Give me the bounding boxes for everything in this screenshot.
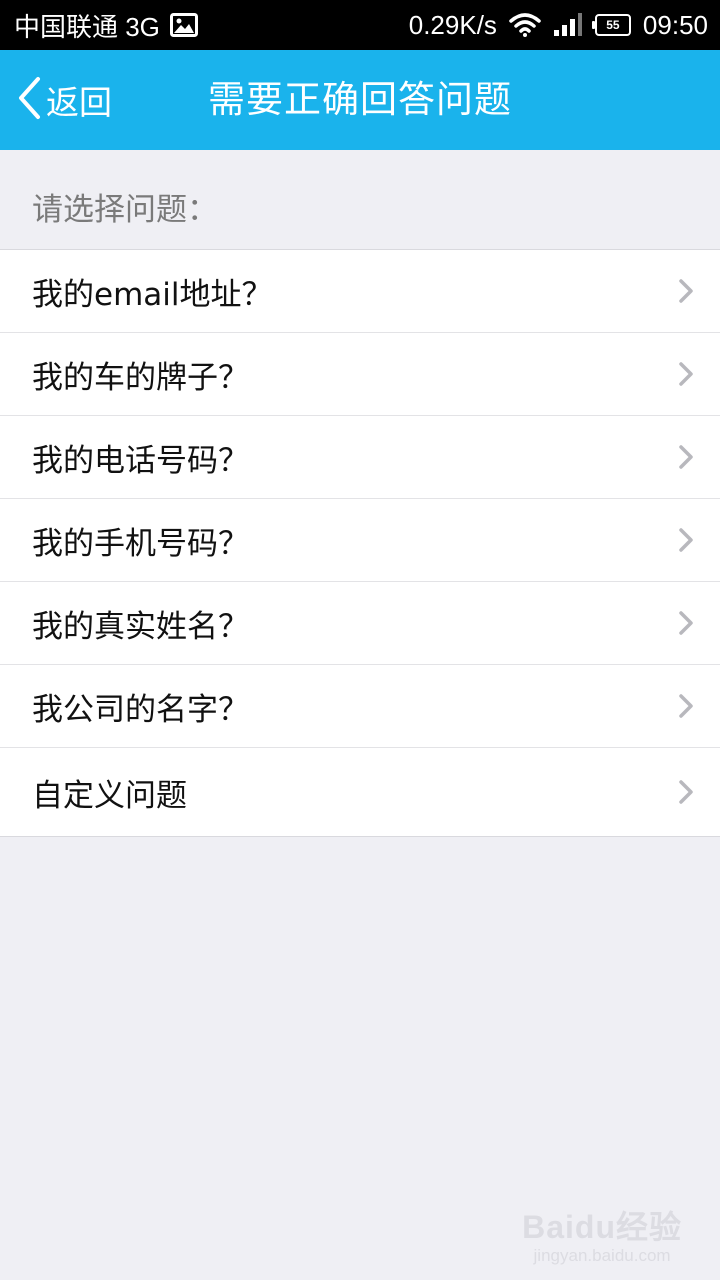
- back-button[interactable]: 返回: [16, 50, 112, 150]
- baidu-watermark: Baidu经验 jingyan.baidu.com: [522, 1202, 682, 1266]
- question-item-company-name[interactable]: 我公司的名字？: [0, 665, 720, 748]
- chevron-right-icon: [678, 780, 694, 808]
- question-label: 我的车的牌子？: [32, 359, 249, 396]
- question-item-phone-number[interactable]: 我的电话号码？: [0, 416, 720, 499]
- chevron-right-icon: [678, 445, 694, 473]
- status-bar: 中国联通 3G 0.29K/s 55 09:50: [0, 0, 720, 50]
- question-item-email[interactable]: 我的email地址？: [0, 250, 720, 333]
- watermark-logo: Baidu经验: [522, 1209, 682, 1245]
- question-item-custom[interactable]: 自定义问题: [0, 748, 720, 836]
- nav-bar: 需要正确回答问题 返回: [0, 50, 720, 150]
- chevron-right-icon: [678, 528, 694, 556]
- chevron-right-icon: [678, 362, 694, 390]
- question-item-car-brand[interactable]: 我的车的牌子？: [0, 333, 720, 416]
- question-label: 我的email地址？: [32, 276, 273, 313]
- chevron-right-icon: [678, 694, 694, 722]
- network-speed: 0.29K/s: [408, 9, 497, 40]
- question-label: 我公司的名字？: [32, 691, 249, 728]
- question-label: 我的电话号码？: [32, 442, 249, 479]
- chevron-right-icon: [678, 279, 694, 307]
- question-label: 我的真实姓名？: [32, 608, 249, 645]
- clock: 09:50: [642, 9, 708, 40]
- chevron-right-icon: [678, 611, 694, 639]
- signal-icon: [553, 13, 583, 37]
- watermark-url: jingyan.baidu.com: [533, 1246, 671, 1265]
- carrier-label: 中国联通 3G: [14, 11, 160, 42]
- section-header: 请选择问题：: [32, 192, 218, 228]
- question-item-mobile-number[interactable]: 我的手机号码？: [0, 499, 720, 582]
- back-label: 返回: [46, 83, 112, 122]
- chevron-left-icon: [16, 76, 42, 124]
- wifi-icon: [509, 13, 541, 37]
- question-list: 我的email地址？ 我的车的牌子？ 我的电话号码？ 我的手机号码？ 我的真实姓…: [0, 249, 720, 837]
- status-left: 中国联通 3G: [14, 7, 198, 44]
- image-notification-icon: [169, 13, 198, 37]
- question-label: 我的手机号码？: [32, 525, 249, 562]
- question-item-real-name[interactable]: 我的真实姓名？: [0, 582, 720, 665]
- status-right: 0.29K/s 55 09:50: [409, 10, 708, 41]
- battery-icon: 55: [591, 14, 631, 36]
- question-label: 自定义问题: [32, 777, 187, 814]
